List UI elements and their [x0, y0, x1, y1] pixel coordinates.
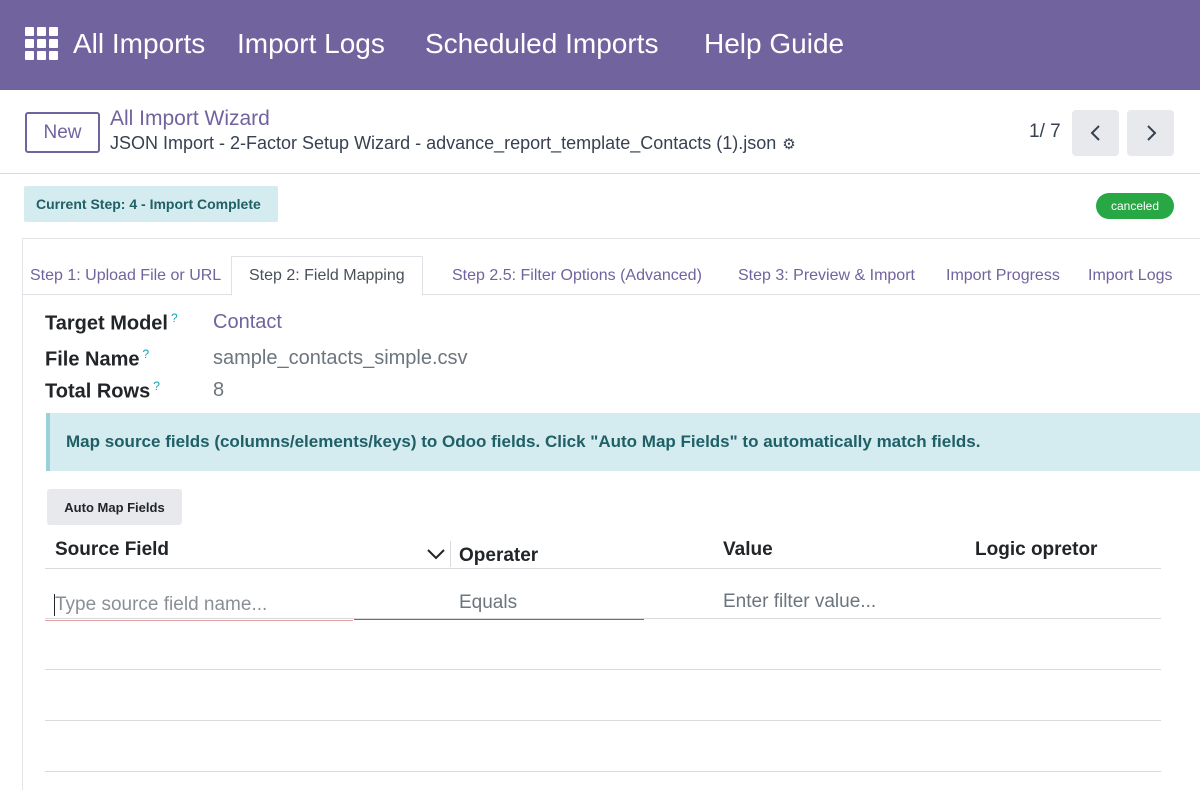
column-divider — [450, 541, 451, 567]
tab-preview-import[interactable]: Step 3: Preview & Import — [738, 256, 915, 295]
total-rows-label: Total Rows? — [45, 379, 160, 403]
control-panel: New All Import Wizard JSON Import - 2-Fa… — [0, 90, 1200, 174]
row-divider — [45, 771, 1161, 772]
gear-icon[interactable]: ⚙ — [782, 135, 795, 153]
operator-select[interactable]: Equals — [354, 587, 644, 620]
chevron-right-icon — [1146, 125, 1156, 141]
nav-all-imports[interactable]: All Imports — [73, 28, 205, 60]
row-divider — [45, 618, 1161, 619]
chevron-left-icon — [1090, 125, 1100, 141]
tab-import-progress[interactable]: Import Progress — [946, 256, 1060, 295]
file-name-value: sample_contacts_simple.csv — [213, 347, 468, 369]
nav-help-guide[interactable]: Help Guide — [704, 28, 844, 60]
pager-value[interactable]: 1/ 7 — [1029, 121, 1061, 143]
file-name-label: File Name? — [45, 347, 150, 371]
status-badge: canceled — [1096, 193, 1174, 219]
nav-scheduled-imports[interactable]: Scheduled Imports — [425, 28, 658, 60]
pager-next-button[interactable] — [1127, 110, 1174, 156]
new-button[interactable]: New — [25, 112, 100, 153]
tab-field-mapping[interactable]: Step 2: Field Mapping — [231, 256, 423, 296]
auto-map-fields-button[interactable]: Auto Map Fields — [47, 489, 182, 525]
top-navbar: All Imports Import Logs Scheduled Import… — [0, 0, 1200, 90]
nav-import-logs[interactable]: Import Logs — [237, 28, 385, 60]
row-divider — [45, 669, 1161, 670]
column-header-source-field[interactable]: Source Field — [55, 539, 169, 561]
total-rows-value: 8 — [213, 379, 225, 401]
help-icon[interactable]: ? — [153, 379, 160, 393]
current-step-badge: Current Step: 4 - Import Complete — [24, 186, 278, 222]
help-icon[interactable]: ? — [142, 347, 149, 361]
help-icon[interactable]: ? — [171, 311, 178, 325]
tab-filter-options[interactable]: Step 2.5: Filter Options (Advanced) — [452, 256, 702, 295]
breadcrumb-all-import-wizard[interactable]: All Import Wizard — [110, 107, 270, 131]
filter-value-input[interactable] — [723, 587, 973, 617]
chevron-down-icon[interactable] — [425, 543, 447, 565]
text-cursor — [54, 594, 55, 616]
info-alert: Map source fields (columns/elements/keys… — [46, 413, 1200, 471]
column-header-operator[interactable]: Operater — [459, 545, 538, 567]
tab-import-logs[interactable]: Import Logs — [1088, 256, 1172, 295]
record-title: JSON Import - 2-Factor Setup Wizard - ad… — [110, 133, 796, 154]
column-header-logic-operator[interactable]: Logic opretor — [975, 539, 1097, 561]
pager-previous-button[interactable] — [1072, 110, 1119, 156]
record-name-text: JSON Import - 2-Factor Setup Wizard - ad… — [110, 133, 777, 153]
mapping-table-header: Source Field Operater Value Logic opreto… — [45, 535, 1161, 569]
notebook-tabs: Step 1: Upload File or URL Step 2: Field… — [23, 256, 1200, 296]
tab-upload-file[interactable]: Step 1: Upload File or URL — [30, 256, 221, 295]
column-header-value[interactable]: Value — [723, 539, 773, 561]
row-divider — [45, 720, 1161, 721]
source-field-input[interactable] — [45, 589, 353, 621]
apps-menu-icon[interactable] — [25, 27, 58, 60]
target-model-value[interactable]: Contact — [213, 311, 282, 334]
form-sheet: Step 1: Upload File or URL Step 2: Field… — [22, 238, 1200, 790]
target-model-label: Target Model? — [45, 311, 178, 335]
